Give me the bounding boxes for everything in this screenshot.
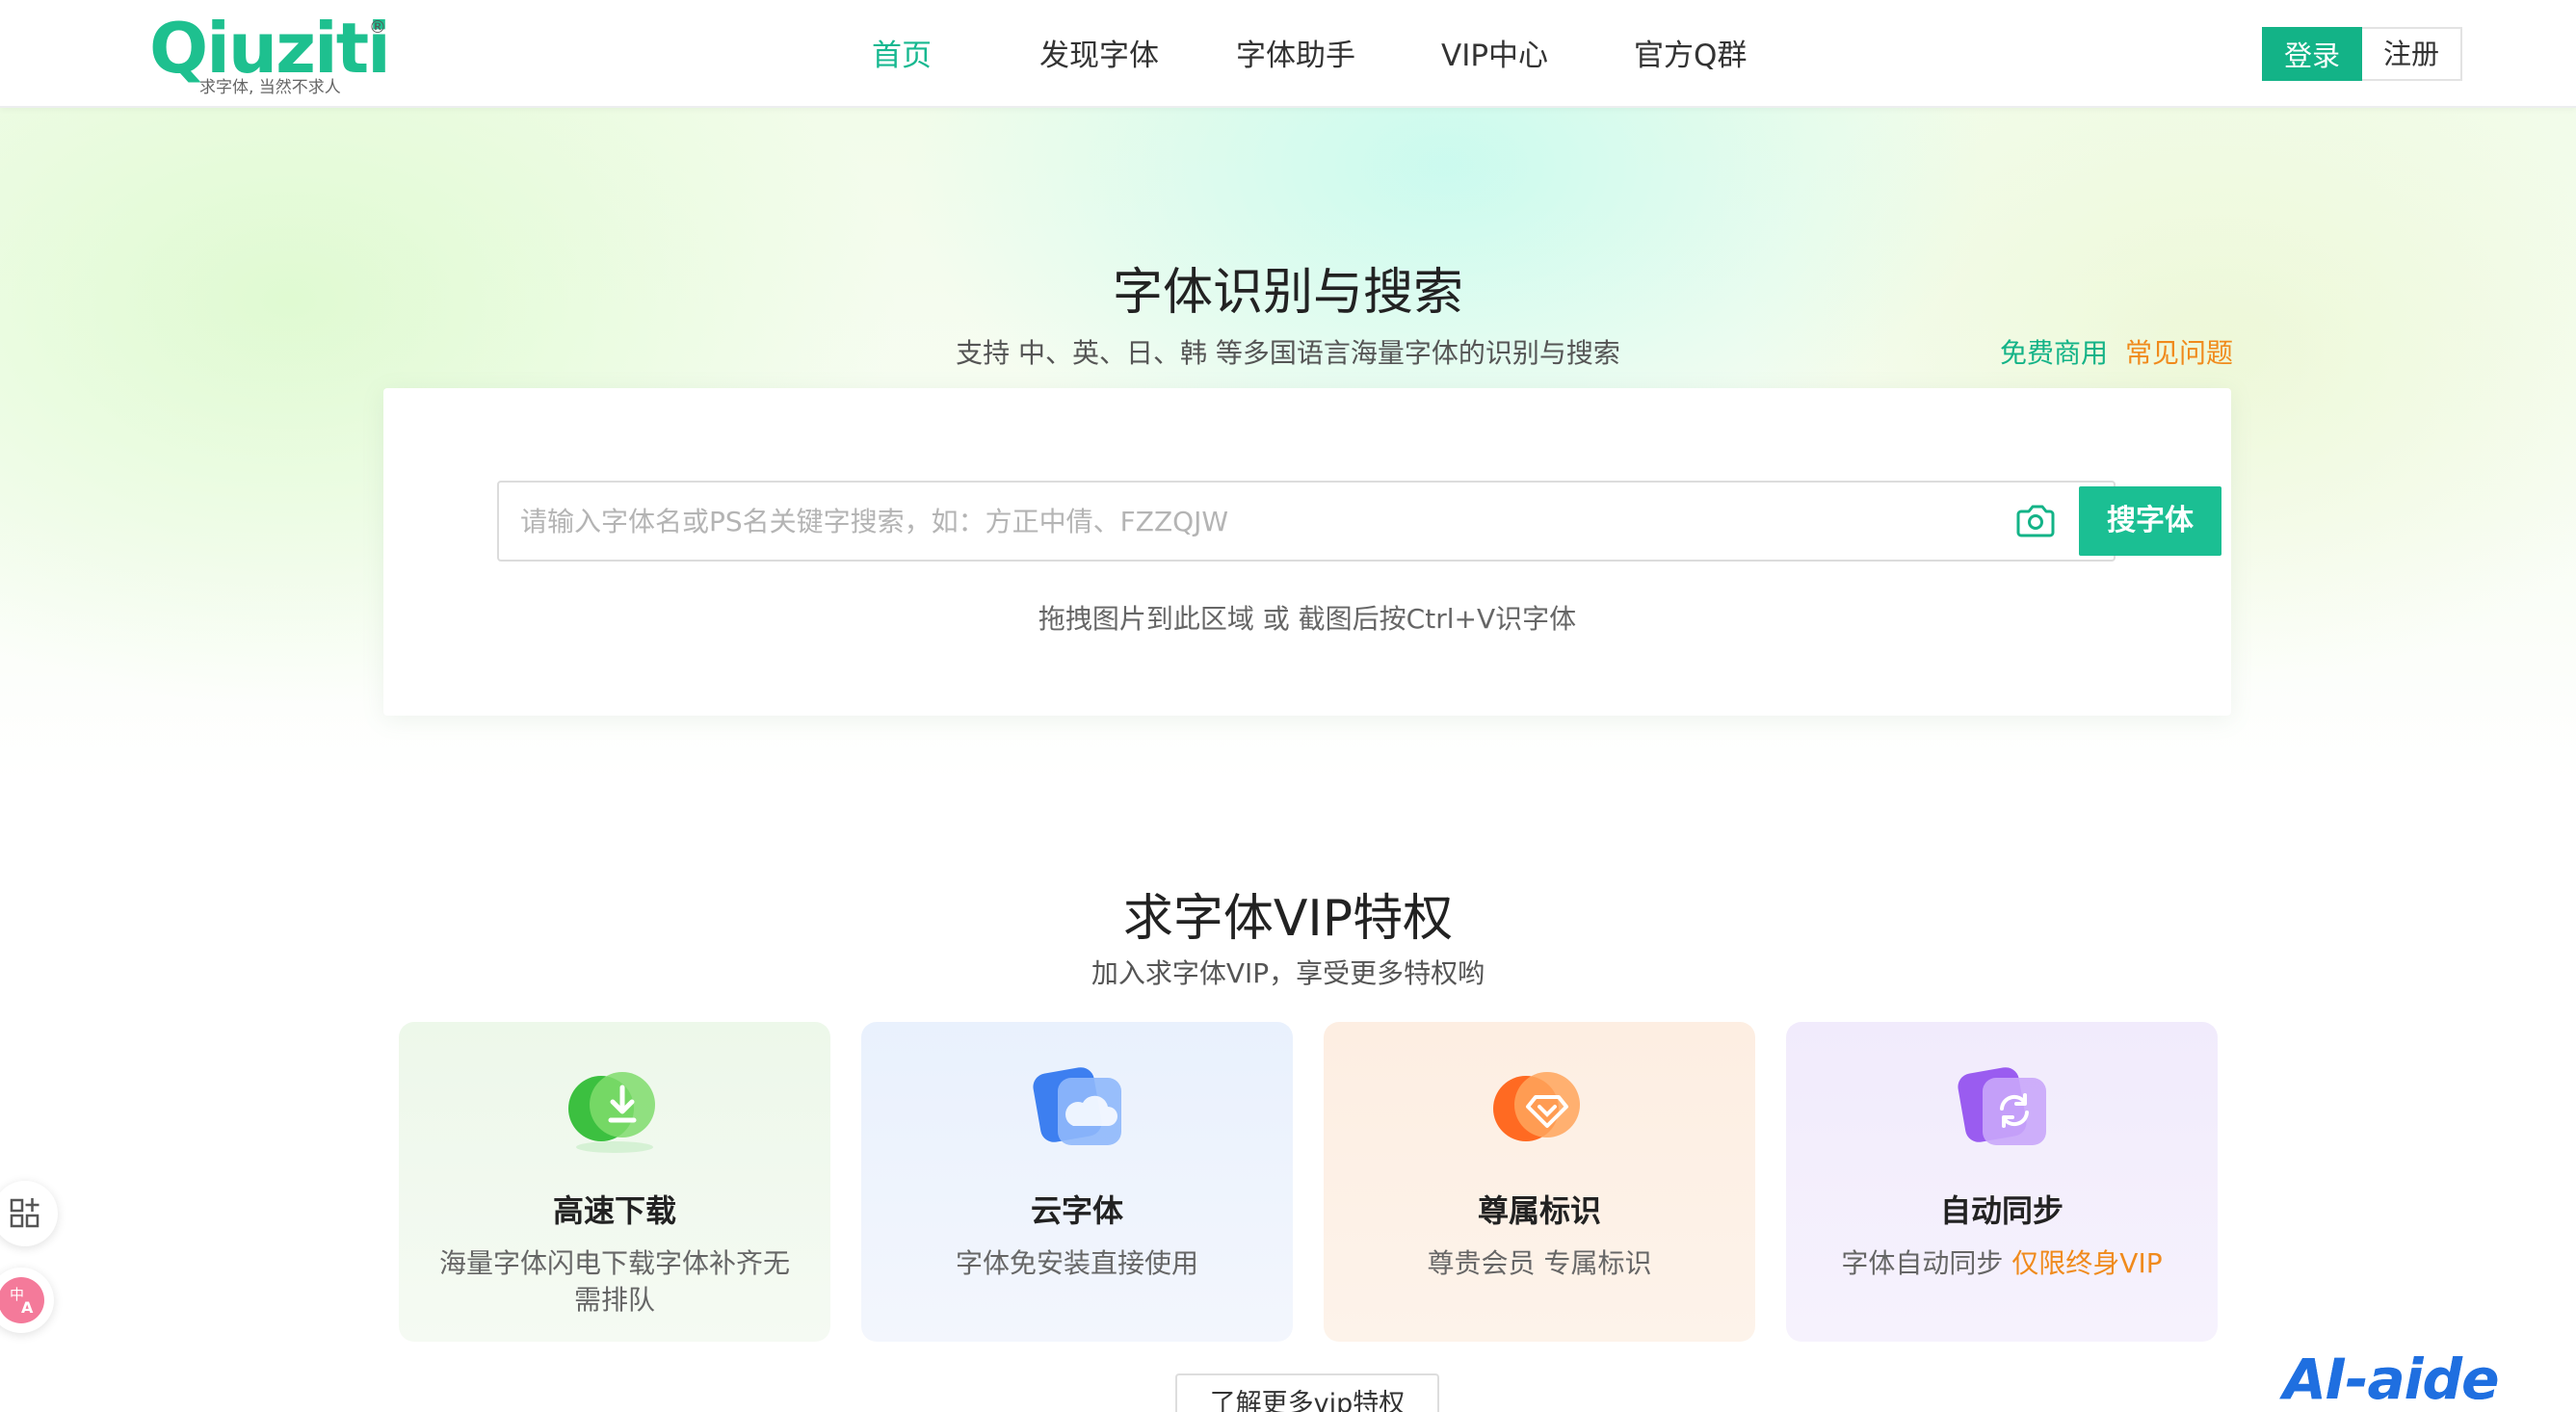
- vip-card-name: 高速下载: [552, 1192, 676, 1229]
- translate-icon: 中 A: [0, 1277, 44, 1323]
- nav-item-vip-center[interactable]: VIP中心: [1441, 33, 1548, 79]
- vip-section-subtitle: 加入求字体VIP，享受更多特权哟: [1091, 957, 1485, 989]
- top-header: Qiuziti ® 求字体, 当然不求人 首页 发现字体 字体助手 VIP中心 …: [0, 0, 2576, 108]
- vip-card-desc: 海量字体闪电下载字体补齐无需排队: [438, 1247, 790, 1316]
- svg-text:A: A: [21, 1298, 34, 1317]
- login-button[interactable]: 登录: [2262, 27, 2362, 81]
- cloud-icon: [1033, 1067, 1121, 1145]
- vip-card-auto-sync[interactable]: 自动同步 字体自动同步 仅限终身VIP: [1786, 1022, 2218, 1342]
- vip-card-name: 尊属标识: [1477, 1192, 1601, 1229]
- apps-icon: [10, 1198, 39, 1228]
- nav-item-font-assistant[interactable]: 字体助手: [1236, 33, 1355, 79]
- register-button[interactable]: 注册: [2362, 27, 2462, 81]
- sync-icon: [1958, 1067, 2046, 1145]
- free-commercial-link[interactable]: 免费商用: [2000, 336, 2108, 371]
- search-button[interactable]: 搜字体: [2079, 486, 2221, 556]
- hero-title: 字体识别与搜索: [1112, 264, 1463, 322]
- search-card[interactable]: 搜字体 拖拽图片到此区域 或 截图后按Ctrl+V识字体: [383, 388, 2231, 716]
- vip-card-cloud-font[interactable]: 云字体 字体免安装直接使用: [861, 1022, 1293, 1342]
- vip-card-name: 云字体: [1030, 1192, 1123, 1229]
- side-apps-button[interactable]: [0, 1181, 58, 1246]
- site-logo[interactable]: Qiuziti ® 求字体, 当然不求人: [149, 13, 391, 97]
- search-box: 搜字体: [497, 481, 2221, 562]
- logo-registered-mark: ®: [369, 17, 386, 38]
- watermark-logo: AI-aide: [2283, 1347, 2499, 1412]
- logo-slogan: 求字体, 当然不求人: [199, 78, 341, 97]
- vip-card-exclusive-badge[interactable]: 尊属标识 尊贵会员 专属标识: [1324, 1022, 1755, 1342]
- diamond-icon: [1493, 1072, 1580, 1141]
- download-icon: [568, 1072, 655, 1153]
- nav-item-discover-fonts[interactable]: 发现字体: [1039, 33, 1159, 79]
- drag-drop-hint: 拖拽图片到此区域 或 截图后按Ctrl+V识字体: [1038, 603, 1577, 635]
- vip-card-fast-download[interactable]: 高速下载 海量字体闪电下载字体补齐无需排队: [399, 1022, 830, 1342]
- search-input[interactable]: [520, 483, 1850, 560]
- nav-item-official-qq-group[interactable]: 官方Q群: [1634, 33, 1747, 79]
- vip-card-desc: 字体自动同步 仅限终身VIP: [1841, 1247, 2163, 1279]
- learn-more-vip-button[interactable]: 了解更多vip特权: [1175, 1373, 1439, 1412]
- faq-link[interactable]: 常见问题: [2125, 336, 2233, 371]
- side-translate-button[interactable]: 中 A: [0, 1268, 54, 1333]
- vip-section-title: 求字体VIP特权: [1122, 890, 1454, 948]
- vip-card-name: 自动同步: [1939, 1192, 2063, 1229]
- vip-card-desc: 尊贵会员 专属标识: [1427, 1247, 1652, 1279]
- vip-card-desc: 字体免安装直接使用: [955, 1247, 1198, 1279]
- nav-item-home[interactable]: 首页: [872, 33, 932, 79]
- camera-icon[interactable]: [2015, 502, 2056, 540]
- hero-section: 字体识别与搜索 支持 中、英、日、韩 等多国语言海量字体的识别与搜索 免费商用 …: [0, 108, 2576, 782]
